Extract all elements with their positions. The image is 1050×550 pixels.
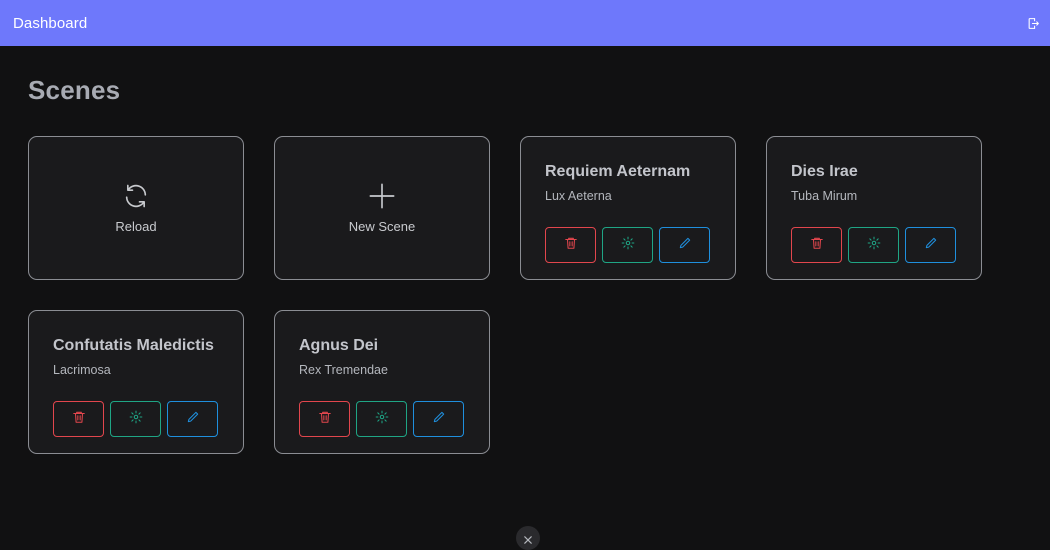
scene-subtitle: Lux Aeterna — [545, 189, 612, 203]
scene-actions — [53, 401, 218, 437]
scene-actions — [299, 401, 464, 437]
edit-button[interactable] — [167, 401, 218, 437]
bottom-toggle-button[interactable] — [516, 526, 540, 550]
delete-button[interactable] — [299, 401, 350, 437]
edit-button[interactable] — [659, 227, 710, 263]
delete-button[interactable] — [791, 227, 842, 263]
edit-button[interactable] — [413, 401, 464, 437]
pencil-icon — [924, 236, 938, 255]
pencil-icon — [678, 236, 692, 255]
scene-card: Agnus Dei Rex Tremendae — [274, 310, 490, 454]
new-scene-card[interactable]: New Scene — [274, 136, 490, 280]
scene-card: Requiem Aeternam Lux Aeterna — [520, 136, 736, 280]
scene-name: Dies Irae — [791, 163, 858, 180]
scene-actions — [791, 227, 956, 263]
trash-icon — [72, 410, 86, 429]
scene-name: Requiem Aeternam — [545, 163, 691, 180]
trash-icon — [318, 410, 332, 429]
scene-name: Agnus Dei — [299, 337, 379, 354]
trash-icon — [564, 236, 578, 255]
refresh-icon — [121, 181, 151, 211]
scene-actions — [545, 227, 710, 263]
scene-card: Dies Irae Tuba Mirum — [766, 136, 982, 280]
pencil-icon — [432, 410, 446, 429]
top-bar: Dashboard — [0, 0, 1050, 46]
scene-subtitle: Tuba Mirum — [791, 189, 858, 203]
settings-button[interactable] — [110, 401, 161, 437]
pencil-icon — [186, 410, 200, 429]
trash-icon — [810, 236, 824, 255]
new-scene-label: New Scene — [348, 218, 416, 234]
scene-subtitle: Lacrimosa — [53, 363, 111, 377]
close-x-icon — [524, 531, 532, 549]
edit-button[interactable] — [905, 227, 956, 263]
gear-icon — [621, 236, 635, 255]
plus-icon — [367, 181, 397, 211]
gear-icon — [867, 236, 881, 255]
scene-subtitle: Rex Tremendae — [299, 363, 388, 377]
gear-icon — [129, 410, 143, 429]
app-title: Dashboard — [13, 14, 88, 32]
logout-icon[interactable] — [1025, 15, 1041, 31]
settings-button[interactable] — [848, 227, 899, 263]
reload-card[interactable]: Reload — [28, 136, 244, 280]
settings-button[interactable] — [356, 401, 407, 437]
scene-card: Confutatis Maledictis Lacrimosa — [28, 310, 244, 454]
delete-button[interactable] — [53, 401, 104, 437]
gear-icon — [375, 410, 389, 429]
settings-button[interactable] — [602, 227, 653, 263]
reload-label: Reload — [115, 218, 157, 234]
delete-button[interactable] — [545, 227, 596, 263]
page-title: Scenes — [28, 75, 121, 105]
scene-name: Confutatis Maledictis — [53, 337, 214, 354]
